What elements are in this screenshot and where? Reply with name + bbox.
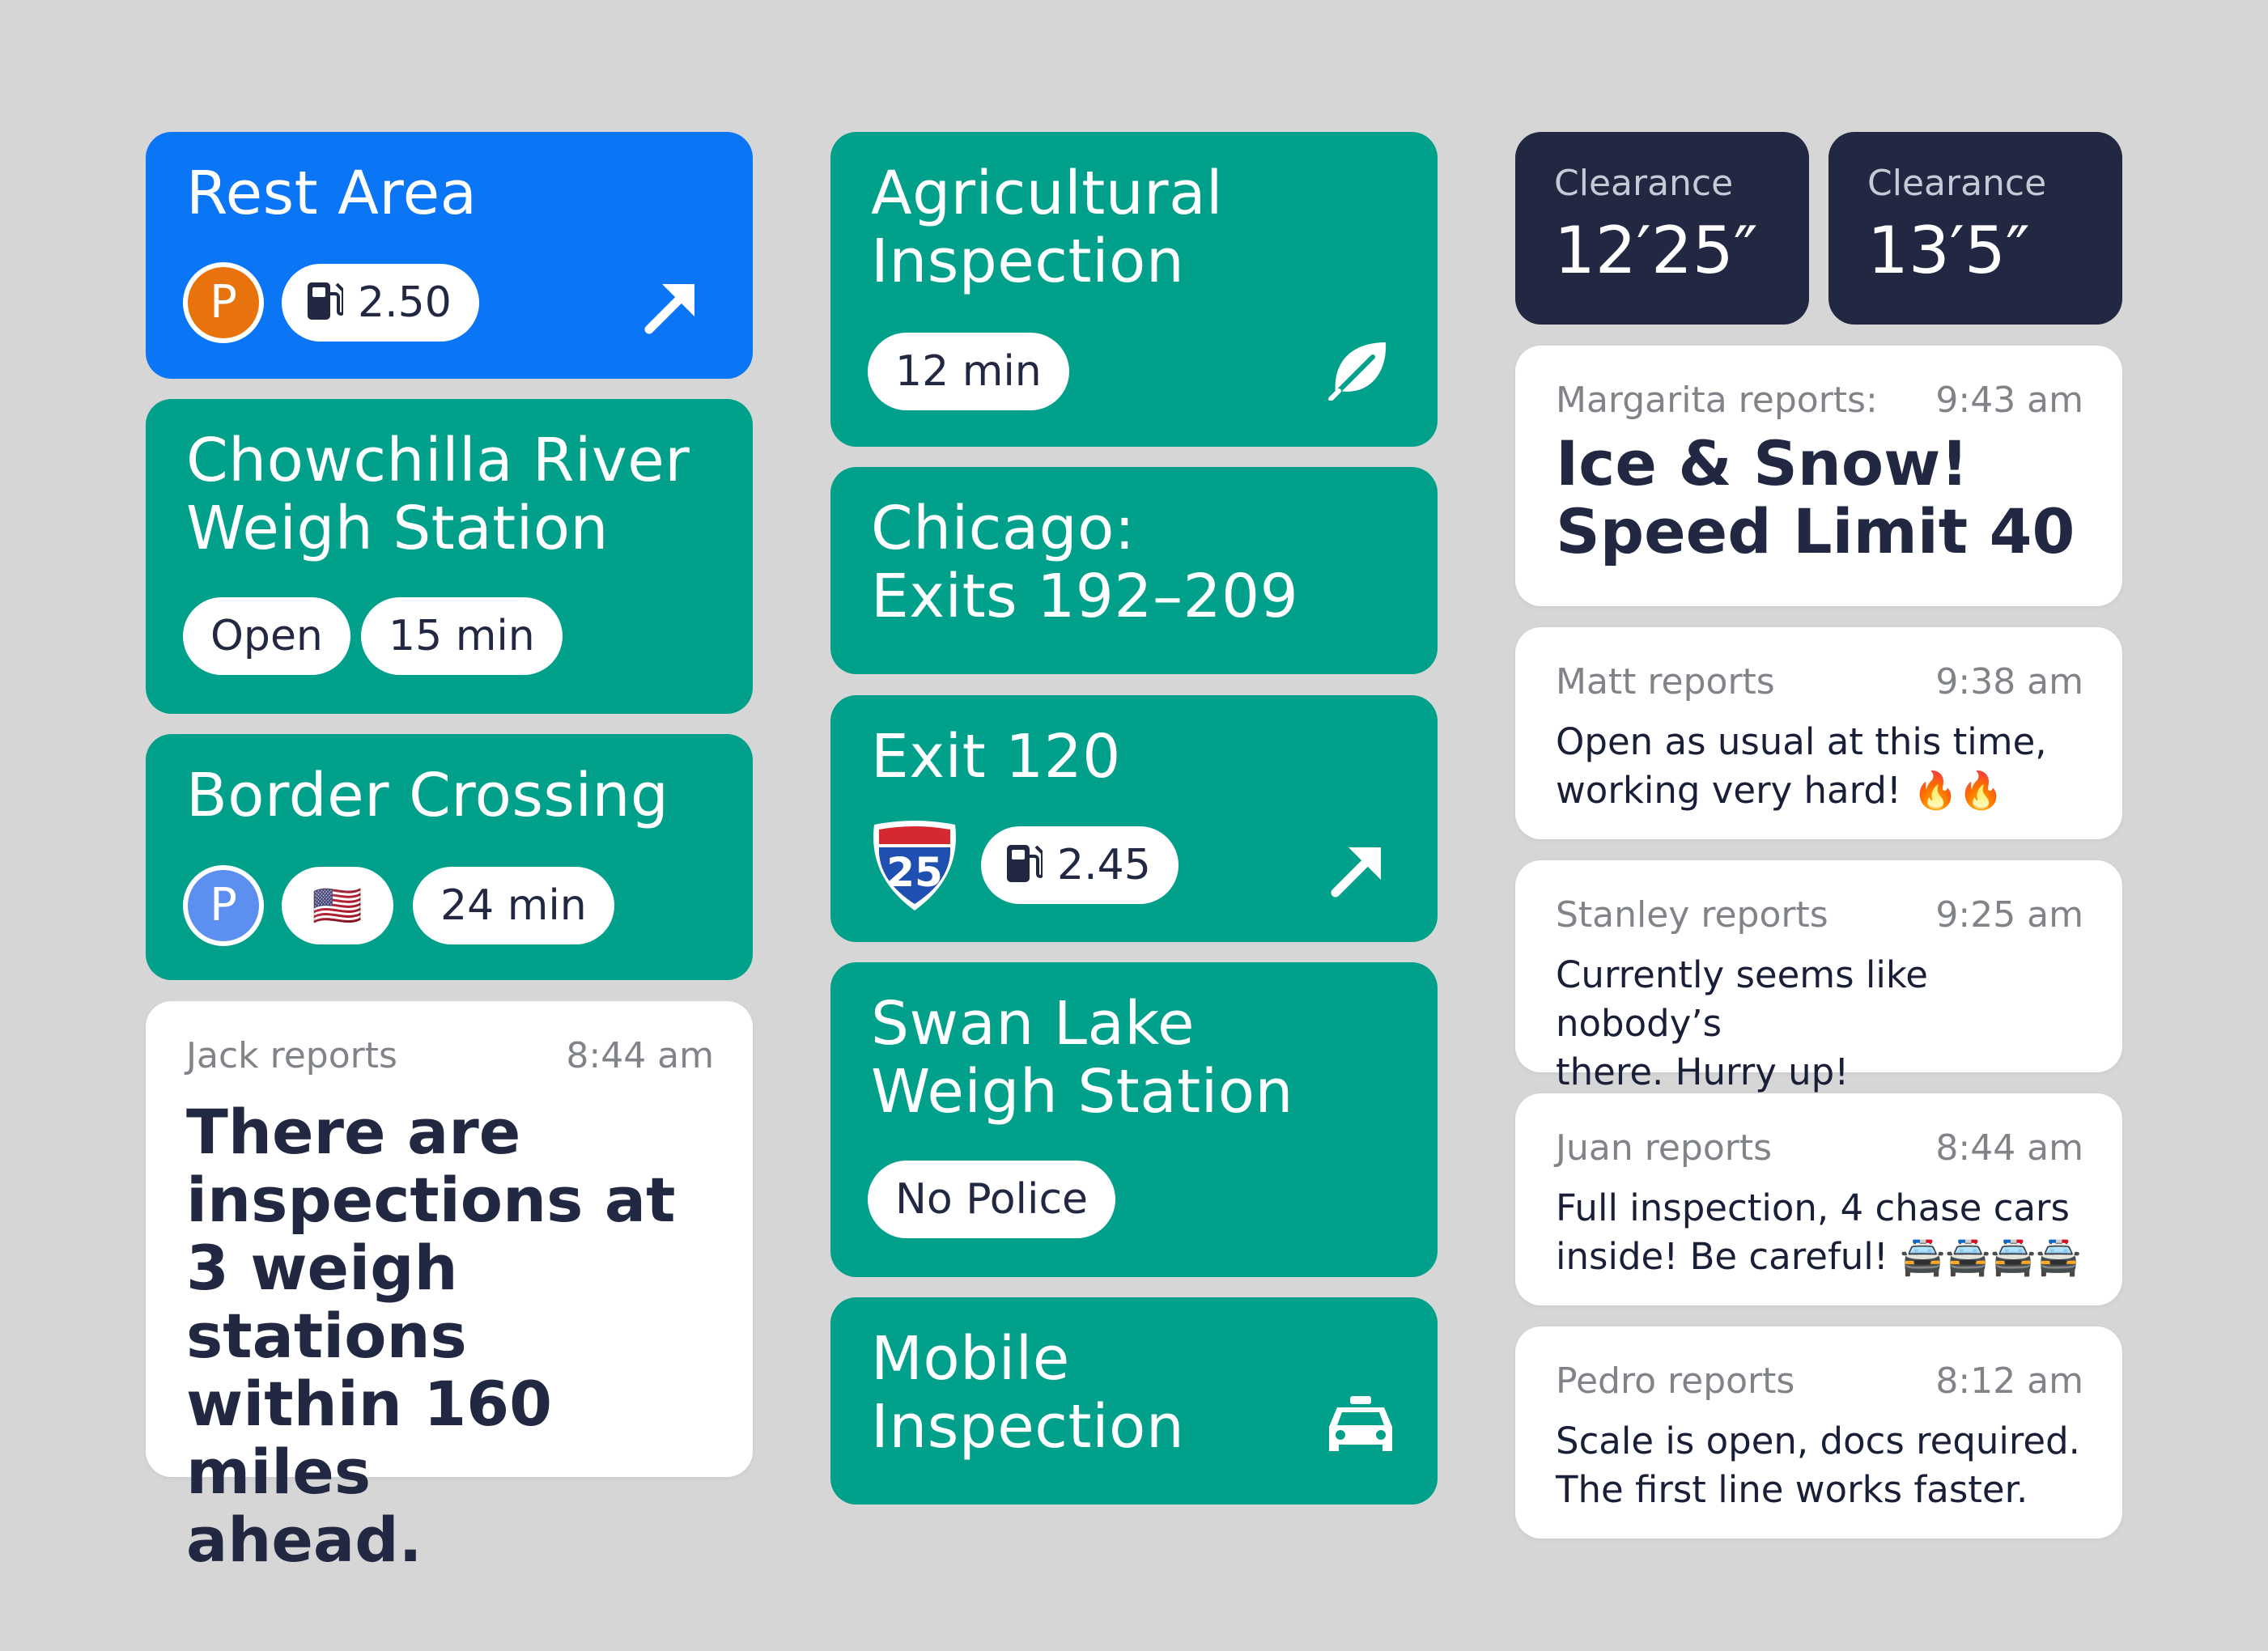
- chowchilla-card[interactable]: Chowchilla River Weigh Station Open 15 m…: [146, 399, 753, 714]
- chicago-title: Chicago: Exits 192–209: [871, 494, 1299, 631]
- pedro-report-card[interactable]: Pedro reports 8:12 am Scale is open, doc…: [1515, 1326, 2122, 1539]
- report-time: 8:44 am: [566, 1035, 714, 1076]
- chicago-card[interactable]: Chicago: Exits 192–209: [830, 467, 1438, 674]
- reporter-name: Jack reports: [186, 1035, 397, 1076]
- agricultural-inspection-card[interactable]: Agricultural Inspection 12 min: [830, 132, 1438, 447]
- mobile-inspection-title: Mobile Inspection: [871, 1324, 1185, 1462]
- fuel-pump-icon: [1007, 845, 1043, 882]
- report-message: Full inspection, 4 chase cars inside! Be…: [1556, 1186, 2082, 1278]
- report-message: Open as usual at this time, working very…: [1556, 720, 2047, 812]
- report-message: Scale is open, docs required. The first …: [1556, 1420, 2080, 1511]
- report-message: Ice & Snow! Speed Limit 40: [1556, 427, 2075, 567]
- chowchilla-title: Chowchilla River Weigh Station: [186, 426, 690, 563]
- border-crossing-title: Border Crossing: [186, 761, 669, 830]
- wait-time-pill: 12 min: [868, 333, 1069, 410]
- margarita-report-card[interactable]: Margarita reports: 9:43 am Ice & Snow! S…: [1515, 346, 2122, 606]
- car-icon: [1329, 1396, 1392, 1451]
- parking-icon: P: [183, 262, 264, 343]
- report-time: 9:38 am: [1935, 661, 2083, 702]
- report-time: 9:25 am: [1935, 894, 2083, 936]
- clearance-value: 12′25″: [1554, 213, 1758, 288]
- clearance-label: Clearance: [1554, 163, 1734, 204]
- swan-lake-title: Swan Lake Weigh Station: [871, 989, 1293, 1127]
- reporter-name: Stanley reports: [1556, 894, 1828, 936]
- fuel-price: 2.50: [358, 278, 452, 327]
- report-time: 9:43 am: [1935, 380, 2083, 421]
- clearance-label: Clearance: [1867, 163, 2047, 204]
- matt-report-card[interactable]: Matt reports 9:38 am Open as usual at th…: [1515, 627, 2122, 839]
- swan-lake-card[interactable]: Swan Lake Weigh Station No Police: [830, 962, 1438, 1277]
- rest-area-card[interactable]: Rest Area P 2.50: [146, 132, 753, 379]
- arrow-up-right-icon: [1331, 847, 1381, 898]
- agricultural-title: Agricultural Inspection: [871, 159, 1223, 296]
- wait-time-pill: 15 min: [361, 597, 563, 675]
- exit-120-title: Exit 120: [871, 722, 1121, 792]
- reporter-name: Pedro reports: [1556, 1360, 1795, 1402]
- rest-area-title: Rest Area: [186, 159, 478, 228]
- leaf-icon: [1328, 342, 1387, 401]
- clearance-card-1[interactable]: Clearance 12′25″: [1515, 132, 1809, 325]
- fuel-price-pill: 2.45: [981, 826, 1179, 904]
- parking-icon: P: [183, 865, 264, 946]
- mobile-inspection-card[interactable]: Mobile Inspection: [830, 1297, 1438, 1505]
- fuel-price-pill: 2.50: [282, 264, 479, 342]
- us-flag-icon: 🇺🇸: [282, 867, 393, 944]
- fuel-pump-icon: [308, 282, 343, 320]
- juan-report-card[interactable]: Juan reports 8:44 am Full inspection, 4 …: [1515, 1093, 2122, 1305]
- exit-120-card[interactable]: Exit 120 25 2.45: [830, 695, 1438, 942]
- interstate-shield-icon: 25: [873, 821, 956, 910]
- report-time: 8:44 am: [1935, 1127, 2083, 1169]
- jack-report-card[interactable]: Jack reports 8:44 am There are inspectio…: [146, 1001, 753, 1574]
- wait-time-pill: 24 min: [413, 867, 614, 944]
- reporter-name: Margarita reports:: [1556, 380, 1878, 421]
- border-crossing-card[interactable]: Border Crossing P 🇺🇸 24 min: [146, 734, 753, 980]
- report-message: Currently seems like nobody’s there. Hur…: [1556, 953, 1928, 1093]
- report-message: There are inspections at 3 weigh station…: [186, 1096, 676, 1576]
- fuel-price: 2.45: [1057, 841, 1151, 889]
- interstate-number: 25: [886, 849, 943, 896]
- stanley-report-card[interactable]: Stanley reports 9:25 am Currently seems …: [1515, 860, 2122, 1093]
- clearance-value: 13′5″: [1867, 213, 2030, 288]
- status-pill: Open: [183, 597, 350, 675]
- police-status-pill: No Police: [868, 1161, 1116, 1238]
- arrow-up-right-icon: [644, 284, 694, 334]
- reporter-name: Juan reports: [1556, 1127, 1773, 1169]
- report-time: 8:12 am: [1935, 1360, 2083, 1402]
- clearance-card-2[interactable]: Clearance 13′5″: [1828, 132, 2122, 325]
- reporter-name: Matt reports: [1556, 661, 1775, 702]
